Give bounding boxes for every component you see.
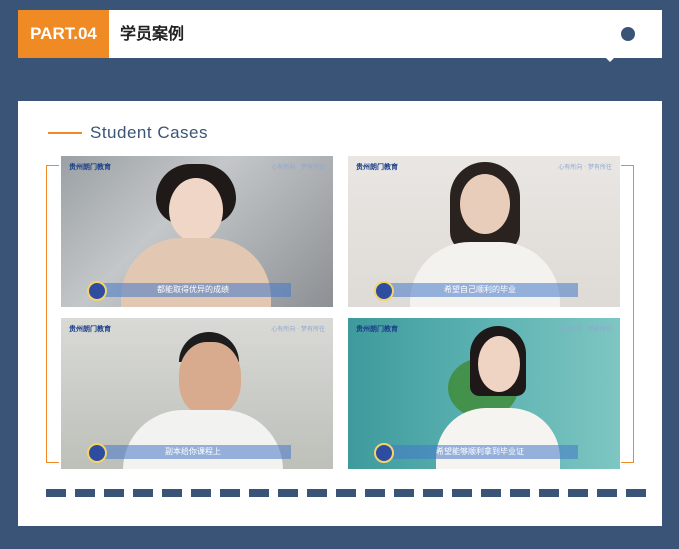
- pagination-segment[interactable]: [510, 489, 530, 497]
- brand-logo: 贵州朗门教育: [69, 325, 111, 333]
- pagination-segment[interactable]: [568, 489, 588, 497]
- pagination-segment[interactable]: [423, 489, 443, 497]
- caption-bar: 副本给你课程上: [95, 445, 291, 459]
- pagination-segment[interactable]: [249, 489, 269, 497]
- video-caption: 希望能够顺利拿到毕业证: [436, 447, 524, 456]
- slogan-tag: 心有所向 · 梦有所往: [558, 326, 612, 333]
- school-emblem-icon: [87, 281, 107, 301]
- case-video-3[interactable]: 贵州朗门教育 心有所向 · 梦有所往 副本给你课程上: [61, 318, 333, 469]
- pagination-segment[interactable]: [481, 489, 501, 497]
- pagination-segment[interactable]: [626, 489, 646, 497]
- pagination-segment[interactable]: [539, 489, 559, 497]
- pagination-segment[interactable]: [46, 489, 66, 497]
- student-cases-panel: Student Cases 贵州朗门教育 心有所向 · 梦有所往 都能取得优异的…: [18, 101, 662, 526]
- pagination-segment[interactable]: [162, 489, 182, 497]
- video-caption: 希望自己顺利的毕业: [444, 285, 516, 294]
- pagination-segment[interactable]: [104, 489, 124, 497]
- pagination-segment[interactable]: [452, 489, 472, 497]
- section-title-text: Student Cases: [90, 123, 209, 142]
- section-heading: 学员案例: [120, 24, 185, 43]
- school-emblem-icon: [87, 443, 107, 463]
- school-emblem-icon: [374, 281, 394, 301]
- pagination-segment[interactable]: [597, 489, 617, 497]
- student-face: [179, 342, 241, 416]
- section-title: Student Cases: [48, 123, 208, 143]
- header-pointer: [596, 48, 624, 62]
- dot-icon: [621, 27, 635, 41]
- student-face: [478, 336, 520, 392]
- pagination-segment[interactable]: [220, 489, 240, 497]
- part-badge: PART.04: [18, 10, 109, 58]
- video-caption: 都能取得优异的成绩: [157, 285, 229, 294]
- page-header: PART.04 学员案例: [18, 10, 662, 58]
- caption-bar: 希望能够顺利拿到毕业证: [382, 445, 578, 459]
- case-video-2[interactable]: 贵州朗门教育 心有所向 · 梦有所往 希望自己顺利的毕业: [348, 156, 620, 307]
- school-emblem-icon: [374, 443, 394, 463]
- student-face: [169, 178, 223, 242]
- caption-bar: 都能取得优异的成绩: [95, 283, 291, 297]
- pagination-segment[interactable]: [307, 489, 327, 497]
- slogan-tag: 心有所向 · 梦有所往: [558, 164, 612, 171]
- slogan-tag: 心有所向 · 梦有所往: [271, 164, 325, 171]
- case-video-4[interactable]: 贵州朗门教育 心有所向 · 梦有所往 希望能够顺利拿到毕业证: [348, 318, 620, 469]
- brand-logo: 贵州朗门教育: [356, 163, 398, 171]
- student-face: [460, 174, 510, 234]
- title-dash: [48, 132, 82, 134]
- brand-logo: 贵州朗门教育: [69, 163, 111, 171]
- case-video-1[interactable]: 贵州朗门教育 心有所向 · 梦有所往 都能取得优异的成绩: [61, 156, 333, 307]
- caption-bar: 希望自己顺利的毕业: [382, 283, 578, 297]
- pagination-segment[interactable]: [75, 489, 95, 497]
- brand-logo: 贵州朗门教育: [356, 325, 398, 333]
- video-caption: 副本给你课程上: [165, 447, 221, 456]
- pagination-segment[interactable]: [133, 489, 153, 497]
- pagination-segment[interactable]: [394, 489, 414, 497]
- pagination-segment[interactable]: [336, 489, 356, 497]
- pagination-segment[interactable]: [365, 489, 385, 497]
- slogan-tag: 心有所向 · 梦有所往: [271, 326, 325, 333]
- pagination-segment[interactable]: [191, 489, 211, 497]
- pagination-segment[interactable]: [278, 489, 298, 497]
- left-bracket: [46, 165, 59, 463]
- pagination-bar: [46, 489, 646, 497]
- right-bracket: [621, 165, 634, 463]
